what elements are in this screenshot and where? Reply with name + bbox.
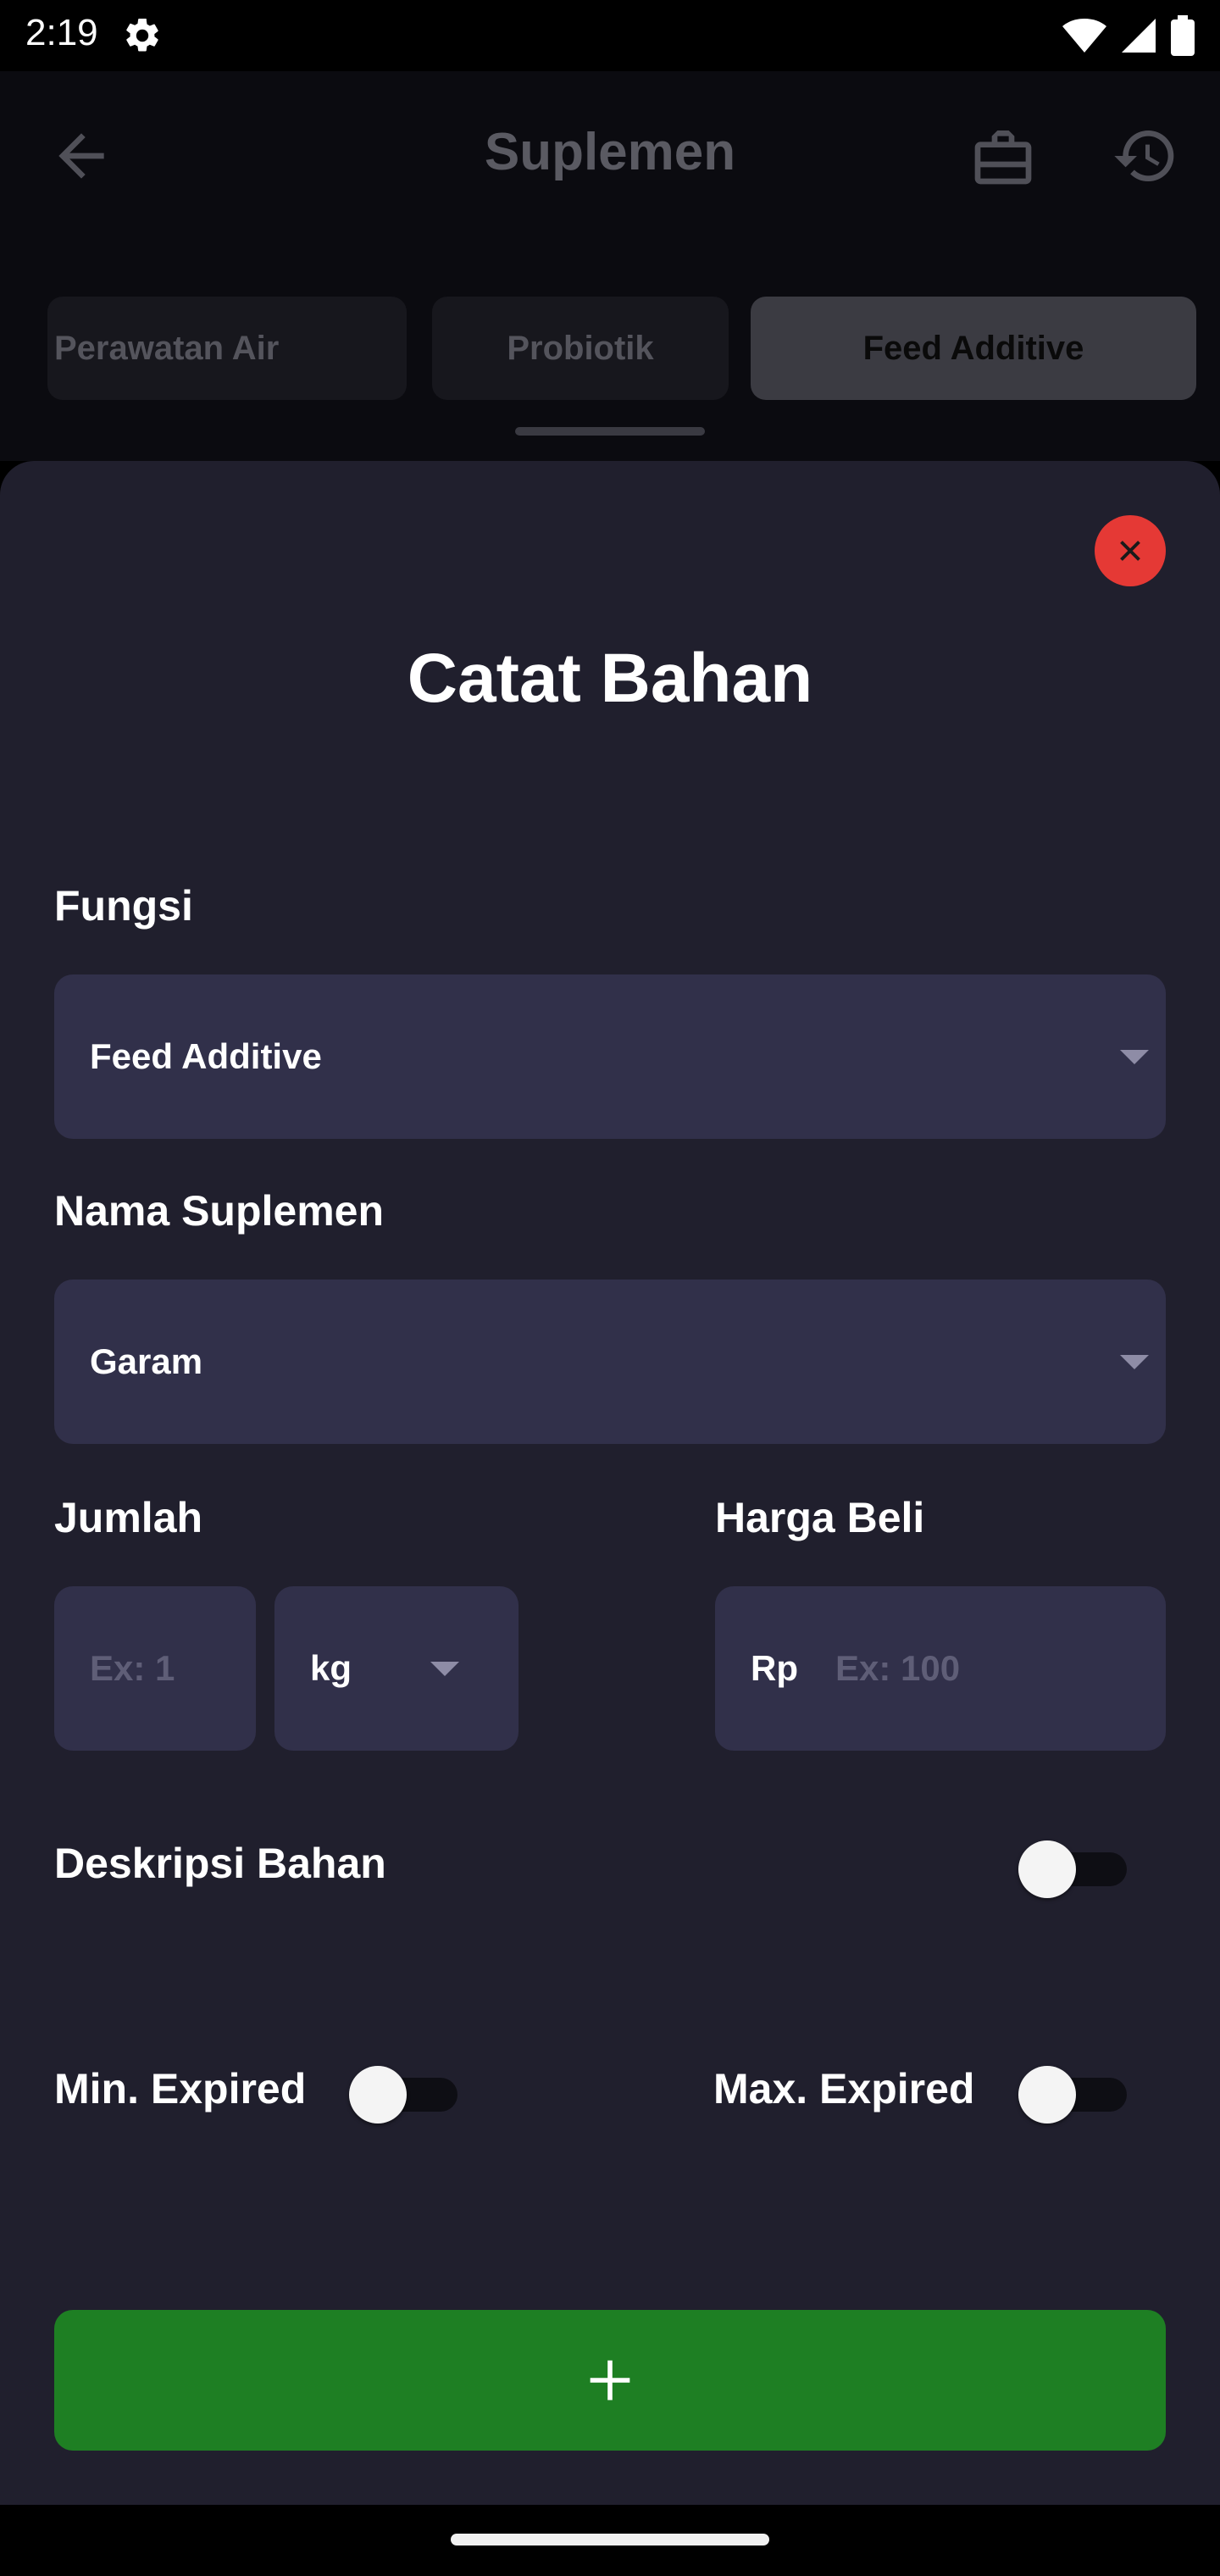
- toggle-thumb: [1018, 1840, 1076, 1898]
- dropdown-caret-icon: [430, 1662, 459, 1676]
- catat-bahan-sheet: Catat Bahan Fungsi Feed Additive Nama Su…: [0, 461, 1220, 2505]
- nama-suplemen-value: Garam: [90, 1341, 203, 1381]
- jumlah-input[interactable]: Ex: 1: [54, 1586, 256, 1751]
- max-expired-label: Max. Expired: [713, 2065, 975, 2112]
- fungsi-label: Fungsi: [54, 882, 193, 930]
- tab-feed-additive[interactable]: Feed Additive: [751, 297, 1196, 400]
- wifi-icon: [1062, 19, 1106, 53]
- deskripsi-bahan-toggle[interactable]: [1018, 1840, 1128, 1898]
- max-expired-toggle[interactable]: [1018, 2066, 1128, 2124]
- close-button[interactable]: [1095, 515, 1166, 586]
- currency-prefix: Rp: [751, 1648, 798, 1688]
- harga-beli-input[interactable]: Rp Ex: 100: [715, 1586, 1166, 1751]
- jumlah-placeholder: Ex: 1: [90, 1648, 175, 1688]
- harga-beli-placeholder: Ex: 100: [835, 1648, 961, 1688]
- unit-value: kg: [310, 1648, 352, 1688]
- min-expired-toggle[interactable]: [349, 2066, 459, 2124]
- jumlah-label: Jumlah: [54, 1494, 203, 1541]
- sheet-title: Catat Bahan: [407, 640, 813, 717]
- sheet-drag-handle[interactable]: [515, 427, 705, 436]
- plus-icon: [590, 2360, 630, 2401]
- fungsi-value: Feed Additive: [90, 1036, 322, 1076]
- tab-label: Feed Additive: [862, 329, 1084, 367]
- background-screen: Suplemen Perawatan Air Probiotik Feed Ad…: [0, 71, 1220, 461]
- category-tabs: Perawatan Air Probiotik Feed Additive: [0, 297, 1220, 402]
- deskripsi-bahan-label: Deskripsi Bahan: [54, 1840, 386, 1887]
- tab-probiotik[interactable]: Probiotik: [432, 297, 729, 400]
- nama-suplemen-label: Nama Suplemen: [54, 1187, 385, 1235]
- battery-icon: [1171, 15, 1195, 56]
- tab-perawatan-air[interactable]: Perawatan Air: [47, 297, 407, 400]
- status-time: 2:19: [25, 12, 98, 53]
- signal-icon: [1122, 19, 1156, 53]
- briefcase-icon[interactable]: [969, 122, 1037, 190]
- status-bar: 2:19: [0, 0, 1220, 71]
- min-expired-label: Min. Expired: [54, 2065, 307, 2112]
- tab-label: Perawatan Air: [54, 329, 280, 367]
- toggle-thumb: [1018, 2066, 1076, 2124]
- fungsi-dropdown[interactable]: Feed Additive: [54, 974, 1166, 1139]
- dropdown-caret-icon: [1120, 1050, 1149, 1064]
- add-button[interactable]: [54, 2310, 1166, 2451]
- unit-dropdown[interactable]: kg: [274, 1586, 518, 1751]
- harga-beli-label: Harga Beli: [715, 1494, 925, 1541]
- nama-suplemen-dropdown[interactable]: Garam: [54, 1280, 1166, 1444]
- home-indicator[interactable]: [451, 2534, 769, 2545]
- settings-gear-icon: [126, 18, 158, 52]
- system-nav-bar: [0, 2505, 1220, 2576]
- toggle-thumb: [349, 2066, 407, 2124]
- page-title: Suplemen: [484, 123, 736, 181]
- tab-label: Probiotik: [507, 329, 654, 367]
- close-icon: [1120, 541, 1140, 561]
- dropdown-caret-icon: [1120, 1355, 1149, 1369]
- status-icons: [1062, 15, 1195, 56]
- app-bar: Suplemen: [0, 71, 1220, 237]
- history-icon[interactable]: [1112, 122, 1179, 190]
